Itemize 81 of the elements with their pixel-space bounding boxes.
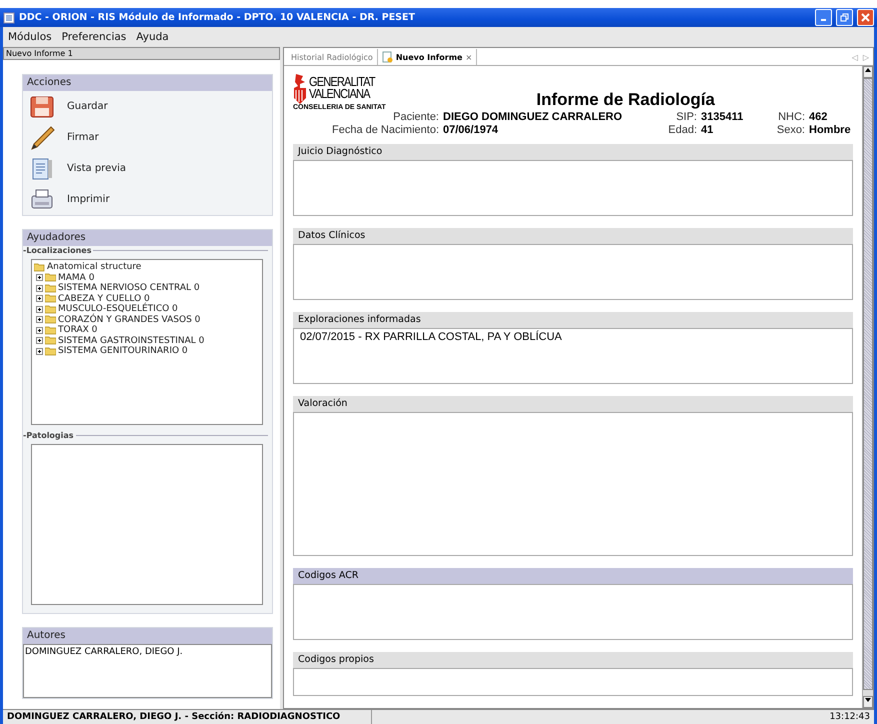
expand-icon[interactable] — [36, 326, 43, 334]
tree-item[interactable]: TORAX 0 — [58, 325, 98, 336]
menu-item[interactable]: Módulos — [8, 30, 52, 42]
expand-icon[interactable] — [36, 284, 43, 292]
action-link[interactable]: Firmar — [67, 132, 99, 143]
tree-item[interactable]: SISTEMA NERVIOSO CENTRAL 0 — [58, 283, 200, 294]
folder-icon — [45, 315, 56, 324]
field-value: 07/06/1974 — [443, 124, 500, 136]
close-icon[interactable]: × — [465, 52, 472, 62]
tree-item[interactable]: MUSCULO-ESQUELÉTICO 0 — [58, 304, 178, 314]
group-label: -Localizaciones — [23, 246, 92, 255]
folder-icon — [45, 294, 56, 304]
close-icon — [861, 13, 870, 22]
expand-icon[interactable] — [36, 348, 43, 355]
field-label: SIP: — [675, 111, 697, 123]
field-label: Edad: — [667, 124, 697, 136]
status-time: 13:12:43 — [828, 711, 871, 724]
expand-icon[interactable] — [36, 274, 43, 282]
document-icon — [382, 51, 393, 63]
panel-title: Autores — [23, 628, 272, 644]
tree-item[interactable]: MAMA 0 — [58, 272, 94, 283]
section-header: Valoración — [293, 396, 853, 412]
folder-icon — [45, 304, 56, 314]
restore-icon — [840, 13, 849, 22]
tree-item[interactable]: SISTEMA GASTROINSTESTINAL 0 — [58, 336, 204, 346]
field-value: 462 — [809, 111, 828, 123]
section-header: Datos Clínicos — [293, 228, 853, 244]
status-user: DOMINGUEZ CARRALERO, DIEGO J. - Sección: RADIODIAGNOSTICO — [3, 710, 372, 724]
field-label: Paciente: — [392, 111, 439, 123]
pen-icon — [29, 124, 55, 150]
restore-button[interactable] — [836, 9, 853, 26]
expand-icon[interactable] — [36, 337, 43, 344]
field-label: Fecha de Nacimiento: — [331, 124, 439, 136]
action-link[interactable]: Guardar — [67, 101, 108, 112]
window-title: DDC - ORION - RIS Módulo de Informado - DPTO. 10 VALENCIA - DR. PESET — [19, 12, 416, 23]
app-icon — [3, 12, 15, 24]
minimize-icon — [821, 19, 826, 21]
section-header: Juicio Diagnóstico — [293, 144, 853, 160]
section-header: Exploraciones informadas — [293, 312, 853, 328]
action-link[interactable]: Vista previa — [67, 163, 126, 174]
field-value: 41 — [701, 124, 714, 136]
scrollbar[interactable] — [862, 66, 873, 708]
printer-icon — [29, 188, 55, 212]
menu-item[interactable]: Ayuda — [136, 30, 169, 42]
field-value: 3135411 — [701, 111, 744, 123]
expand-icon[interactable] — [36, 316, 43, 324]
field-label: Sexo: — [776, 124, 805, 136]
tree-item[interactable]: CABEZA Y CUELLO 0 — [58, 294, 150, 304]
minimize-button[interactable] — [815, 9, 832, 26]
action-link[interactable]: Imprimir — [67, 194, 110, 205]
panel-title: Ayudadores — [23, 230, 272, 246]
section-header: Codigos ACR — [293, 568, 853, 584]
author-name: DOMINGUEZ CARRALERO, DIEGO J. — [25, 647, 183, 657]
exploration-entry: 02/07/2015 - RX PARRILLA COSTAL, PA Y OBLÍCUA — [300, 331, 562, 343]
folder-icon — [45, 326, 56, 335]
menu-item[interactable]: Preferencias — [62, 30, 126, 42]
coat-of-arms-icon — [293, 74, 307, 104]
expand-icon[interactable] — [36, 306, 43, 313]
close-button[interactable] — [857, 9, 874, 26]
report-title: Informe de Radiología — [536, 90, 715, 110]
folder-icon — [45, 284, 56, 293]
folder-icon — [45, 346, 56, 356]
text-area[interactable]: 02/07/2015 - RX PARRILLA COSTAL, PA Y OBLÍCUA — [293, 328, 853, 384]
expand-icon[interactable] — [36, 295, 43, 302]
group-label: -Patologias — [23, 431, 74, 440]
panel-title: Acciones — [23, 75, 272, 91]
field-value: Hombre — [809, 124, 852, 136]
document-label: Nuevo Informe 1 — [3, 47, 280, 60]
tab[interactable]: Nuevo Informe × — [378, 49, 478, 65]
scroll-down-icon[interactable] — [863, 696, 873, 708]
tree-item[interactable]: CORAZÓN Y GRANDES VASOS 0 — [58, 314, 200, 325]
scroll-up-icon[interactable] — [863, 66, 873, 78]
tab[interactable]: Historial Radiológico — [287, 49, 378, 65]
folder-icon — [45, 273, 56, 282]
section-header: Codigos propios — [293, 652, 853, 668]
logo-text: GENERALITAT VALENCIANA — [309, 76, 375, 100]
field-label: NHC: — [777, 111, 805, 123]
tree-item[interactable]: SISTEMA GENITOURINARIO 0 — [58, 346, 188, 356]
field-value: DIEGO DOMINGUEZ CARRALERO — [443, 111, 623, 123]
tree-item[interactable]: Anatomical structure — [47, 262, 142, 272]
folder-icon — [45, 336, 56, 346]
